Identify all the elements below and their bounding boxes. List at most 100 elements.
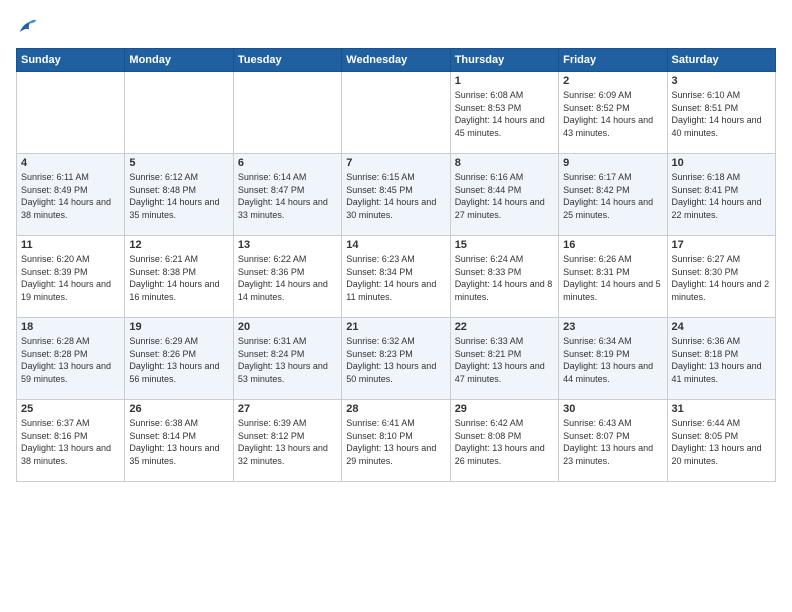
- weekday-header: Sunday: [17, 49, 125, 72]
- calendar-cell: [17, 72, 125, 154]
- day-number: 22: [455, 321, 554, 333]
- calendar-cell: 20 Sunrise: 6:31 AM Sunset: 8:24 PM Dayli…: [233, 318, 341, 400]
- day-number: 25: [21, 403, 120, 415]
- day-content: Sunrise: 6:16 AM Sunset: 8:44 PM Dayligh…: [455, 171, 554, 221]
- day-number: 26: [129, 403, 228, 415]
- calendar-cell: 10 Sunrise: 6:18 AM Sunset: 8:41 PM Dayli…: [667, 154, 775, 236]
- calendar-cell: 22 Sunrise: 6:33 AM Sunset: 8:21 PM Dayli…: [450, 318, 558, 400]
- day-content: Sunrise: 6:20 AM Sunset: 8:39 PM Dayligh…: [21, 253, 120, 303]
- calendar-week-row: 25Sunrise: 6:37 AM Sunset: 8:16 PM Dayli…: [17, 400, 776, 482]
- day-number: 15: [455, 239, 554, 251]
- day-content: Sunrise: 6:09 AM Sunset: 8:52 PM Dayligh…: [563, 89, 662, 139]
- day-number: 13: [238, 239, 337, 251]
- day-content: Sunrise: 6:43 AM Sunset: 8:07 PM Dayligh…: [563, 417, 662, 467]
- page: SundayMondayTuesdayWednesdayThursdayFrid…: [0, 0, 792, 612]
- day-content: Sunrise: 6:38 AM Sunset: 8:14 PM Dayligh…: [129, 417, 228, 467]
- calendar-cell: [342, 72, 450, 154]
- day-content: Sunrise: 6:33 AM Sunset: 8:21 PM Dayligh…: [455, 335, 554, 385]
- day-number: 7: [346, 157, 445, 169]
- day-number: 11: [21, 239, 120, 251]
- logo-icon: [16, 16, 38, 38]
- calendar-cell: 11 Sunrise: 6:20 AM Sunset: 8:39 PM Dayli…: [17, 236, 125, 318]
- day-content: Sunrise: 6:44 AM Sunset: 8:05 PM Dayligh…: [672, 417, 771, 467]
- calendar-cell: 14 Sunrise: 6:23 AM Sunset: 8:34 PM Dayli…: [342, 236, 450, 318]
- calendar-week-row: 18 Sunrise: 6:28 AM Sunset: 8:28 PM Dayli…: [17, 318, 776, 400]
- calendar-cell: 6Sunrise: 6:14 AM Sunset: 8:47 PM Daylig…: [233, 154, 341, 236]
- day-number: 4: [21, 157, 120, 169]
- day-content: Sunrise: 6:42 AM Sunset: 8:08 PM Dayligh…: [455, 417, 554, 467]
- day-content: Sunrise: 6:18 AM Sunset: 8:41 PM Dayligh…: [672, 171, 771, 221]
- calendar-cell: 17Sunrise: 6:27 AM Sunset: 8:30 PM Dayli…: [667, 236, 775, 318]
- weekday-header: Tuesday: [233, 49, 341, 72]
- weekday-header: Saturday: [667, 49, 775, 72]
- day-number: 3: [672, 75, 771, 87]
- calendar-cell: 1 Sunrise: 6:08 AM Sunset: 8:53 PM Daylig…: [450, 72, 558, 154]
- calendar-cell: 30 Sunrise: 6:43 AM Sunset: 8:07 PM Dayli…: [559, 400, 667, 482]
- day-number: 9: [563, 157, 662, 169]
- day-content: Sunrise: 6:10 AM Sunset: 8:51 PM Dayligh…: [672, 89, 771, 139]
- day-content: Sunrise: 6:41 AM Sunset: 8:10 PM Dayligh…: [346, 417, 445, 467]
- weekday-header: Thursday: [450, 49, 558, 72]
- day-number: 5: [129, 157, 228, 169]
- day-number: 14: [346, 239, 445, 251]
- day-content: Sunrise: 6:34 AM Sunset: 8:19 PM Dayligh…: [563, 335, 662, 385]
- calendar-header-row: SundayMondayTuesdayWednesdayThursdayFrid…: [17, 49, 776, 72]
- day-number: 19: [129, 321, 228, 333]
- day-content: Sunrise: 6:31 AM Sunset: 8:24 PM Dayligh…: [238, 335, 337, 385]
- calendar-cell: 21 Sunrise: 6:32 AM Sunset: 8:23 PM Dayli…: [342, 318, 450, 400]
- day-content: Sunrise: 6:17 AM Sunset: 8:42 PM Dayligh…: [563, 171, 662, 221]
- calendar-cell: 28 Sunrise: 6:41 AM Sunset: 8:10 PM Dayli…: [342, 400, 450, 482]
- calendar-week-row: 1 Sunrise: 6:08 AM Sunset: 8:53 PM Daylig…: [17, 72, 776, 154]
- header: [16, 16, 776, 38]
- day-content: Sunrise: 6:28 AM Sunset: 8:28 PM Dayligh…: [21, 335, 120, 385]
- day-content: Sunrise: 6:15 AM Sunset: 8:45 PM Dayligh…: [346, 171, 445, 221]
- day-content: Sunrise: 6:23 AM Sunset: 8:34 PM Dayligh…: [346, 253, 445, 303]
- day-content: Sunrise: 6:08 AM Sunset: 8:53 PM Dayligh…: [455, 89, 554, 139]
- day-content: Sunrise: 6:24 AM Sunset: 8:33 PM Dayligh…: [455, 253, 554, 303]
- day-content: Sunrise: 6:21 AM Sunset: 8:38 PM Dayligh…: [129, 253, 228, 303]
- calendar-cell: 12 Sunrise: 6:21 AM Sunset: 8:38 PM Dayli…: [125, 236, 233, 318]
- calendar-cell: 26 Sunrise: 6:38 AM Sunset: 8:14 PM Dayli…: [125, 400, 233, 482]
- calendar-week-row: 11 Sunrise: 6:20 AM Sunset: 8:39 PM Dayli…: [17, 236, 776, 318]
- calendar-cell: 3 Sunrise: 6:10 AM Sunset: 8:51 PM Daylig…: [667, 72, 775, 154]
- logo: [16, 16, 42, 38]
- calendar-cell: [125, 72, 233, 154]
- calendar-cell: 19 Sunrise: 6:29 AM Sunset: 8:26 PM Dayli…: [125, 318, 233, 400]
- weekday-header: Wednesday: [342, 49, 450, 72]
- day-number: 17: [672, 239, 771, 251]
- day-content: Sunrise: 6:39 AM Sunset: 8:12 PM Dayligh…: [238, 417, 337, 467]
- calendar-cell: 7 Sunrise: 6:15 AM Sunset: 8:45 PM Daylig…: [342, 154, 450, 236]
- day-number: 2: [563, 75, 662, 87]
- calendar-cell: [233, 72, 341, 154]
- day-number: 30: [563, 403, 662, 415]
- day-number: 16: [563, 239, 662, 251]
- day-content: Sunrise: 6:11 AM Sunset: 8:49 PM Dayligh…: [21, 171, 120, 221]
- day-number: 18: [21, 321, 120, 333]
- day-number: 12: [129, 239, 228, 251]
- calendar-cell: 16 Sunrise: 6:26 AM Sunset: 8:31 PM Dayli…: [559, 236, 667, 318]
- day-number: 20: [238, 321, 337, 333]
- calendar-cell: 18 Sunrise: 6:28 AM Sunset: 8:28 PM Dayli…: [17, 318, 125, 400]
- day-number: 6: [238, 157, 337, 169]
- calendar-cell: 8Sunrise: 6:16 AM Sunset: 8:44 PM Daylig…: [450, 154, 558, 236]
- weekday-header: Monday: [125, 49, 233, 72]
- day-number: 10: [672, 157, 771, 169]
- day-number: 1: [455, 75, 554, 87]
- weekday-header: Friday: [559, 49, 667, 72]
- day-number: 31: [672, 403, 771, 415]
- day-number: 21: [346, 321, 445, 333]
- calendar-cell: 13 Sunrise: 6:22 AM Sunset: 8:36 PM Dayli…: [233, 236, 341, 318]
- day-content: Sunrise: 6:32 AM Sunset: 8:23 PM Dayligh…: [346, 335, 445, 385]
- day-number: 27: [238, 403, 337, 415]
- day-content: Sunrise: 6:26 AM Sunset: 8:31 PM Dayligh…: [563, 253, 662, 303]
- day-number: 24: [672, 321, 771, 333]
- calendar-week-row: 4 Sunrise: 6:11 AM Sunset: 8:49 PM Daylig…: [17, 154, 776, 236]
- calendar-cell: 29Sunrise: 6:42 AM Sunset: 8:08 PM Dayli…: [450, 400, 558, 482]
- day-content: Sunrise: 6:36 AM Sunset: 8:18 PM Dayligh…: [672, 335, 771, 385]
- day-content: Sunrise: 6:29 AM Sunset: 8:26 PM Dayligh…: [129, 335, 228, 385]
- day-number: 23: [563, 321, 662, 333]
- calendar-cell: 31 Sunrise: 6:44 AM Sunset: 8:05 PM Dayli…: [667, 400, 775, 482]
- day-content: Sunrise: 6:22 AM Sunset: 8:36 PM Dayligh…: [238, 253, 337, 303]
- calendar-cell: 4 Sunrise: 6:11 AM Sunset: 8:49 PM Daylig…: [17, 154, 125, 236]
- day-number: 28: [346, 403, 445, 415]
